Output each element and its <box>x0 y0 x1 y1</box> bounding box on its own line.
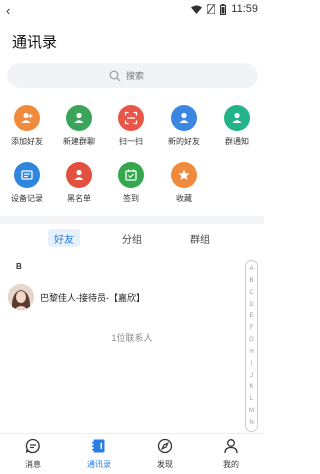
contacts-icon <box>90 437 108 455</box>
device-record-button[interactable]: 设备记录 <box>1 162 53 204</box>
nav-messages[interactable]: 消息 <box>8 437 58 470</box>
list-item[interactable]: 巴黎佳人-接待员-【嘉欣】 <box>8 283 145 311</box>
index-letter[interactable]: G <box>249 337 254 343</box>
nav-contacts[interactable]: 通讯录 <box>74 437 124 470</box>
star-icon <box>171 162 197 188</box>
nav-discover[interactable]: 发现 <box>140 437 190 470</box>
index-letter[interactable]: K <box>249 384 253 390</box>
index-letter[interactable]: J <box>250 373 253 379</box>
scan-icon <box>118 105 144 131</box>
search-icon <box>109 70 121 81</box>
page-title: 通讯录 <box>12 34 58 51</box>
section-divider <box>0 216 264 224</box>
new-group-button[interactable]: 新建群聊 <box>53 105 105 147</box>
index-letter[interactable]: N <box>249 420 253 426</box>
blacklist-icon <box>66 162 92 188</box>
sim-icon <box>207 4 216 14</box>
add-friend-label: 添加好友 <box>11 137 43 146</box>
index-letter[interactable]: B <box>249 278 253 284</box>
new-group-label: 新建群聊 <box>63 137 95 146</box>
index-letter[interactable]: C <box>249 290 253 296</box>
favorites-button[interactable]: 收藏 <box>158 162 210 204</box>
scan-button[interactable]: 扫一扫 <box>105 105 157 147</box>
wifi-icon <box>191 5 203 14</box>
tab-groups-category[interactable]: 分组 <box>116 229 148 247</box>
index-letter[interactable]: L <box>250 396 253 402</box>
blacklist-label: 黑名单 <box>67 194 91 203</box>
scan-label: 扫一扫 <box>119 137 143 146</box>
message-icon <box>24 437 42 455</box>
favorites-label: 收藏 <box>176 194 192 203</box>
search-bar[interactable] <box>7 63 258 88</box>
battery-icon <box>220 3 227 15</box>
avatar <box>8 284 34 310</box>
tab-group-chats[interactable]: 群组 <box>184 229 216 247</box>
checkin-button[interactable]: 签到 <box>105 162 157 204</box>
new-group-icon <box>66 105 92 131</box>
checkin-label: 签到 <box>123 194 139 203</box>
quick-actions-grid: 添加好友 新建群聊 扫一扫 新的好友 群通知 设备记录 黑名单 签到 收藏 <box>0 96 264 214</box>
nav-profile[interactable]: 我的 <box>206 437 256 470</box>
compass-icon <box>156 437 174 455</box>
index-letter[interactable]: I <box>251 361 253 367</box>
contact-name: 巴黎佳人-接待员-【嘉欣】 <box>40 292 145 303</box>
group-notice-icon <box>224 105 250 131</box>
nav-discover-label: 发现 <box>157 460 173 469</box>
index-letter[interactable]: D <box>249 302 253 308</box>
nav-contacts-label: 通讯录 <box>87 460 111 469</box>
status-bar: ‹ 11:59 <box>0 0 264 20</box>
bottom-nav: 消息 通讯录 发现 我的 <box>0 433 264 474</box>
index-letter[interactable]: H <box>249 349 253 355</box>
group-notice-label: 群通知 <box>225 137 249 146</box>
blacklist-button[interactable]: 黑名单 <box>53 162 105 204</box>
nav-profile-label: 我的 <box>223 460 239 469</box>
nav-messages-label: 消息 <box>25 460 41 469</box>
device-record-icon <box>14 162 40 188</box>
contact-tabs: 好友 分组 群组 <box>0 226 264 250</box>
group-notice-button[interactable]: 群通知 <box>211 105 263 147</box>
back-icon[interactable]: ‹ <box>6 3 10 18</box>
new-friend-icon <box>171 105 197 131</box>
profile-icon <box>222 437 240 455</box>
index-letter[interactable]: E <box>249 313 253 319</box>
section-letter: B <box>16 262 22 271</box>
alphabet-index[interactable]: A B C D E F G H I J K L M N <box>245 260 258 432</box>
tab-friends[interactable]: 好友 <box>48 229 80 247</box>
index-letter[interactable]: M <box>249 408 254 414</box>
new-friends-button[interactable]: 新的好友 <box>158 105 210 147</box>
device-record-label: 设备记录 <box>11 194 43 203</box>
checkin-icon <box>118 162 144 188</box>
status-time: 11:59 <box>231 3 258 15</box>
add-friend-button[interactable]: 添加好友 <box>1 105 53 147</box>
search-input[interactable] <box>126 70 156 81</box>
contact-count: 1位联系人 <box>111 333 153 343</box>
index-letter[interactable]: F <box>250 325 254 331</box>
add-friend-icon <box>14 105 40 131</box>
new-friends-label: 新的好友 <box>168 137 200 146</box>
index-letter[interactable]: A <box>249 266 253 272</box>
